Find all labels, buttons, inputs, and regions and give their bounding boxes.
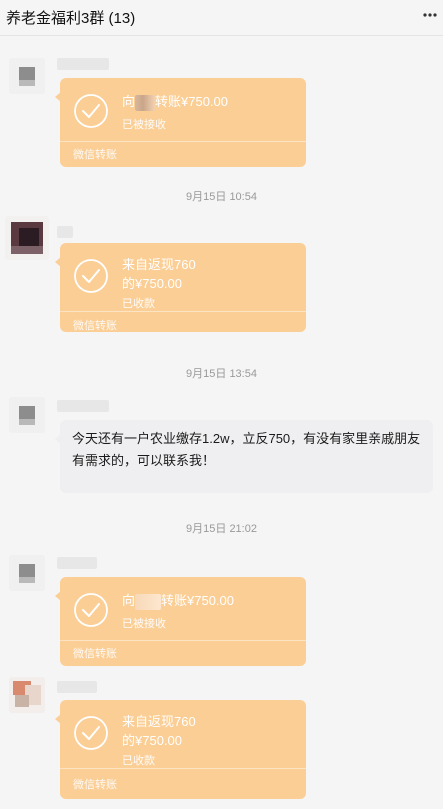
transfer-card[interactable]: 来自返现760 的¥750.00 已收款 微信转账 <box>55 700 306 799</box>
transfer-status: 已被接收 <box>122 618 166 630</box>
transfer-status: 已收款 <box>122 755 155 767</box>
card-divider <box>60 311 306 312</box>
transfer-card[interactable]: 向转账¥750.00 已被接收 微信转账 <box>55 577 306 666</box>
card-divider <box>60 640 306 641</box>
wechat-transfer-label: 微信转账 <box>73 149 117 161</box>
sender-name <box>57 226 73 238</box>
wechat-transfer-label: 微信转账 <box>73 648 117 660</box>
avatar[interactable] <box>5 216 49 260</box>
sender-name <box>57 681 97 693</box>
transfer-amount-line: 向转账¥750.00 <box>122 94 229 111</box>
timestamp: 9月15日 21:02 <box>186 523 257 535</box>
card-divider <box>60 141 306 142</box>
avatar[interactable] <box>9 677 45 713</box>
transfer-card[interactable]: 来自返现760 的¥750.00 已收款 微信转账 <box>55 243 306 332</box>
sender-name <box>57 58 109 70</box>
redacted-name <box>135 94 156 111</box>
wechat-transfer-label: 微信转账 <box>73 320 117 332</box>
chat-title: 养老金福利3群 (13) <box>6 10 136 27</box>
transfer-amount-line: 来自返现760 的¥750.00 <box>122 257 196 291</box>
avatar[interactable] <box>9 58 45 94</box>
redacted-name <box>135 593 162 610</box>
check-circle-icon <box>74 259 108 293</box>
transfer-amount-line: 来自返现760 的¥750.00 <box>122 714 196 748</box>
more-dots-icon[interactable] <box>419 5 439 25</box>
sender-name <box>57 400 109 412</box>
avatar[interactable] <box>9 555 45 591</box>
transfer-status: 已被接收 <box>122 119 166 131</box>
timestamp: 9月15日 10:54 <box>186 191 257 203</box>
transfer-card[interactable]: 向转账¥750.00 已被接收 微信转账 <box>55 78 306 167</box>
check-circle-icon <box>74 593 108 627</box>
check-circle-icon <box>74 716 108 750</box>
card-divider <box>60 768 306 769</box>
sender-name <box>57 557 97 569</box>
chat-header: 养老金福利3群 (13) <box>0 0 443 36</box>
avatar[interactable] <box>9 397 45 433</box>
message-text: 今天还有一户农业缴存1.2w，立反750，有没有家里亲戚朋友有需求的，可以联系我… <box>72 431 421 468</box>
transfer-amount-line: 向转账¥750.00 <box>122 593 235 610</box>
wechat-transfer-label: 微信转账 <box>73 779 117 791</box>
transfer-status: 已收款 <box>122 298 155 310</box>
timestamp: 9月15日 13:54 <box>186 368 257 380</box>
check-circle-icon <box>74 94 108 128</box>
text-message[interactable]: 今天还有一户农业缴存1.2w，立反750，有没有家里亲戚朋友有需求的，可以联系我… <box>55 420 433 493</box>
